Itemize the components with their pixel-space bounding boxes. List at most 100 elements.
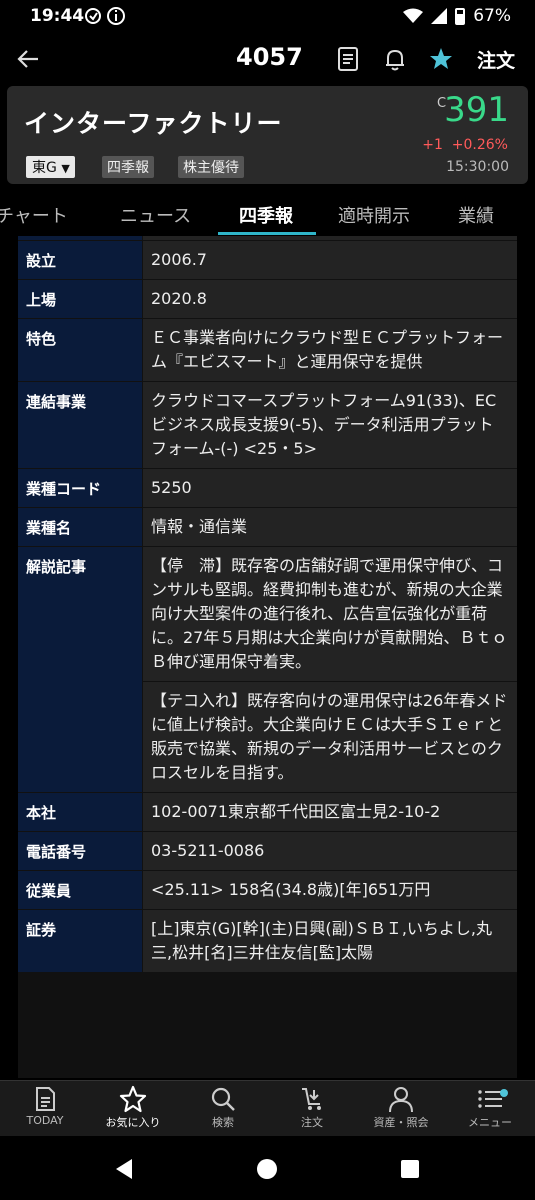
dropdown-arrow-icon: ▼ <box>61 162 70 175</box>
table-row: 特色 ＥＣ事業者向けにクラウド型ＥＣプラットフォーム『エビスマート』と運用保守を提… <box>18 319 517 382</box>
current-price: 391 <box>444 90 509 130</box>
row-label: 電話番号 <box>18 832 142 870</box>
row-value: クラウドコマースプラットフォーム91(33)、ECビジネス成長支援9(-5)、デ… <box>142 382 517 468</box>
stock-summary-card: インターファクトリー 東G ▼ 四季報 株主優待 C 391 +1 +0.26%… <box>7 86 528 184</box>
active-tab-indicator <box>218 232 316 235</box>
row-values: 5250 <box>142 469 517 507</box>
row-values: 2020.8 <box>142 280 517 318</box>
company-name: インターファクトリー <box>24 109 283 138</box>
recents-square-icon[interactable] <box>400 1159 420 1179</box>
status-bar: 19:44 67% <box>0 0 535 34</box>
market-select[interactable]: 東G ▼ <box>26 156 75 178</box>
row-label: 特色 <box>18 319 142 381</box>
row-label: 業種名 <box>18 508 142 546</box>
table-row: 従業員 <25.11> 158名(34.8歳)[年]651万円 <box>18 871 517 910</box>
wifi-icon <box>403 8 424 23</box>
row-values: クラウドコマースプラットフォーム91(33)、ECビジネス成長支援9(-5)、デ… <box>142 382 517 468</box>
row-label: 本社 <box>18 793 142 831</box>
row-label: 連結事業 <box>18 382 142 468</box>
stock-code: 4057 <box>236 43 303 71</box>
table-row: 業種名 情報・通信業 <box>18 508 517 547</box>
row-value: 2020.8 <box>142 280 517 318</box>
row-values: ＥＣ事業者向けにクラウド型ＥＣプラットフォーム『エビスマート』と運用保守を提供 <box>142 319 517 381</box>
row-values: <25.11> 158名(34.8歳)[年]651万円 <box>142 871 517 909</box>
nav-assets[interactable]: 資産・照会 <box>356 1085 446 1130</box>
cart-icon <box>302 1088 321 1110</box>
price-change: +1 +0.26% <box>422 137 508 153</box>
row-values: [上]東京(G)[幹](主)日興(副)ＳＢＩ,いちよし,丸三,松井[名]三井住友… <box>142 910 517 972</box>
row-values: 【停 滞】既存客の店舗好調で運用保守伸び、コンサルも堅調。経費抑制も進むが、新規… <box>142 547 517 792</box>
nav-label: 資産・照会 <box>373 1116 429 1129</box>
signal-icon <box>431 8 448 24</box>
row-values: 情報・通信業 <box>142 508 517 546</box>
tab-chart[interactable]: チャート <box>0 202 68 228</box>
row-value: 03-5211-0086 <box>142 832 517 870</box>
row-value: 【停 滞】既存客の店舗好調で運用保守伸び、コンサルも堅調。経費抑制も進むが、新規… <box>142 547 517 681</box>
row-values: 2006.7 <box>142 241 517 279</box>
back-arrow-icon[interactable] <box>16 47 40 71</box>
tab-shikiho[interactable]: 四季報 <box>239 202 293 228</box>
table-row: 上場 2020.8 <box>18 280 517 319</box>
notification-icons <box>84 6 126 30</box>
market-value: 東G <box>32 160 57 176</box>
app-header: 4057 注文 <box>0 34 535 84</box>
table-row: 本社 102-0071東京都千代田区富士見2-10-2 <box>18 793 517 832</box>
bell-icon[interactable] <box>382 46 408 72</box>
star-icon <box>119 1085 147 1113</box>
tab-news[interactable]: ニュース <box>120 202 191 228</box>
row-label: 証券 <box>18 910 142 972</box>
search-icon <box>211 1087 235 1111</box>
nav-search[interactable]: 検索 <box>178 1085 268 1130</box>
nav-label: 注文 <box>301 1116 323 1129</box>
table-row: 業種コード 5250 <box>18 469 517 508</box>
tab-disclosure[interactable]: 適時開示 <box>338 202 410 228</box>
memo-icon[interactable] <box>335 46 361 72</box>
status-time: 19:44 <box>30 6 85 26</box>
nav-favorites[interactable]: お気に入り <box>88 1085 178 1130</box>
row-label: 従業員 <box>18 871 142 909</box>
notification-icon <box>85 7 125 25</box>
battery-icon <box>455 7 466 25</box>
back-triangle-icon[interactable] <box>114 1158 134 1180</box>
system-navigation-bar <box>0 1136 535 1200</box>
row-label: 上場 <box>18 280 142 318</box>
table-row: 設立 2006.7 <box>18 241 517 280</box>
table-row: 証券 [上]東京(G)[幹](主)日興(副)ＳＢＩ,いちよし,丸三,松井[名]三井… <box>18 910 517 973</box>
table-row: 連結事業 クラウドコマースプラットフォーム91(33)、ECビジネス成長支援9(-… <box>18 382 517 469</box>
shareholder-benefit-tag[interactable]: 株主優待 <box>178 156 244 178</box>
change-percent: +0.26% <box>451 137 508 153</box>
row-label: 解説記事 <box>18 547 142 792</box>
shikiho-tag: 四季報 <box>102 156 154 178</box>
tab-performance[interactable]: 業績 <box>458 202 494 228</box>
price-time: 15:30:00 <box>446 159 509 175</box>
row-value: ＥＣ事業者向けにクラウド型ＥＣプラットフォーム『エビスマート』と運用保守を提供 <box>142 319 517 381</box>
row-value: 情報・通信業 <box>142 508 517 546</box>
row-value: 2006.7 <box>142 241 517 279</box>
row-label: 業種コード <box>18 469 142 507</box>
notification-dot <box>500 1089 508 1097</box>
row-value: 102-0071東京都千代田区富士見2-10-2 <box>142 793 517 831</box>
nav-order[interactable]: 注文 <box>267 1085 357 1130</box>
home-circle-icon[interactable] <box>256 1158 278 1180</box>
row-values: 102-0071東京都千代田区富士見2-10-2 <box>142 793 517 831</box>
change-amount: +1 <box>422 137 443 153</box>
table-row: 解説記事 【停 滞】既存客の店舗好調で運用保守伸び、コンサルも堅調。経費抑制も進む… <box>18 547 517 793</box>
battery-level: 67% <box>473 6 511 26</box>
row-value: 5250 <box>142 469 517 507</box>
row-value: 【テコ入れ】既存客向けの運用保守は26年春メドに値上げ検討。大企業向けＥＣは大手… <box>142 681 517 792</box>
order-button[interactable]: 注文 <box>477 46 515 73</box>
nav-label: メニュー <box>468 1116 512 1129</box>
row-value: <25.11> 158名(34.8歳)[年]651万円 <box>142 871 517 909</box>
company-info-table: 設立 2006.7 上場 2020.8 特色 ＥＣ事業者向けにクラウド型ＥＣプラットフォー… <box>18 236 517 1078</box>
nav-label: 検索 <box>212 1116 234 1129</box>
row-value: [上]東京(G)[幹](主)日興(副)ＳＢＩ,いちよし,丸三,松井[名]三井住友… <box>142 910 517 972</box>
nav-label: お気に入り <box>105 1116 161 1129</box>
nav-today[interactable]: TODAY <box>0 1085 90 1127</box>
bottom-navigation: TODAY お気に入り 検索 注文 資産・照会 メニュー <box>0 1080 535 1136</box>
row-label: 設立 <box>18 241 142 279</box>
nav-menu[interactable]: メニュー <box>445 1085 535 1130</box>
favorite-star-icon[interactable] <box>428 46 454 72</box>
document-icon <box>36 1087 55 1111</box>
person-icon <box>389 1087 413 1113</box>
nav-label: TODAY <box>26 1114 64 1127</box>
